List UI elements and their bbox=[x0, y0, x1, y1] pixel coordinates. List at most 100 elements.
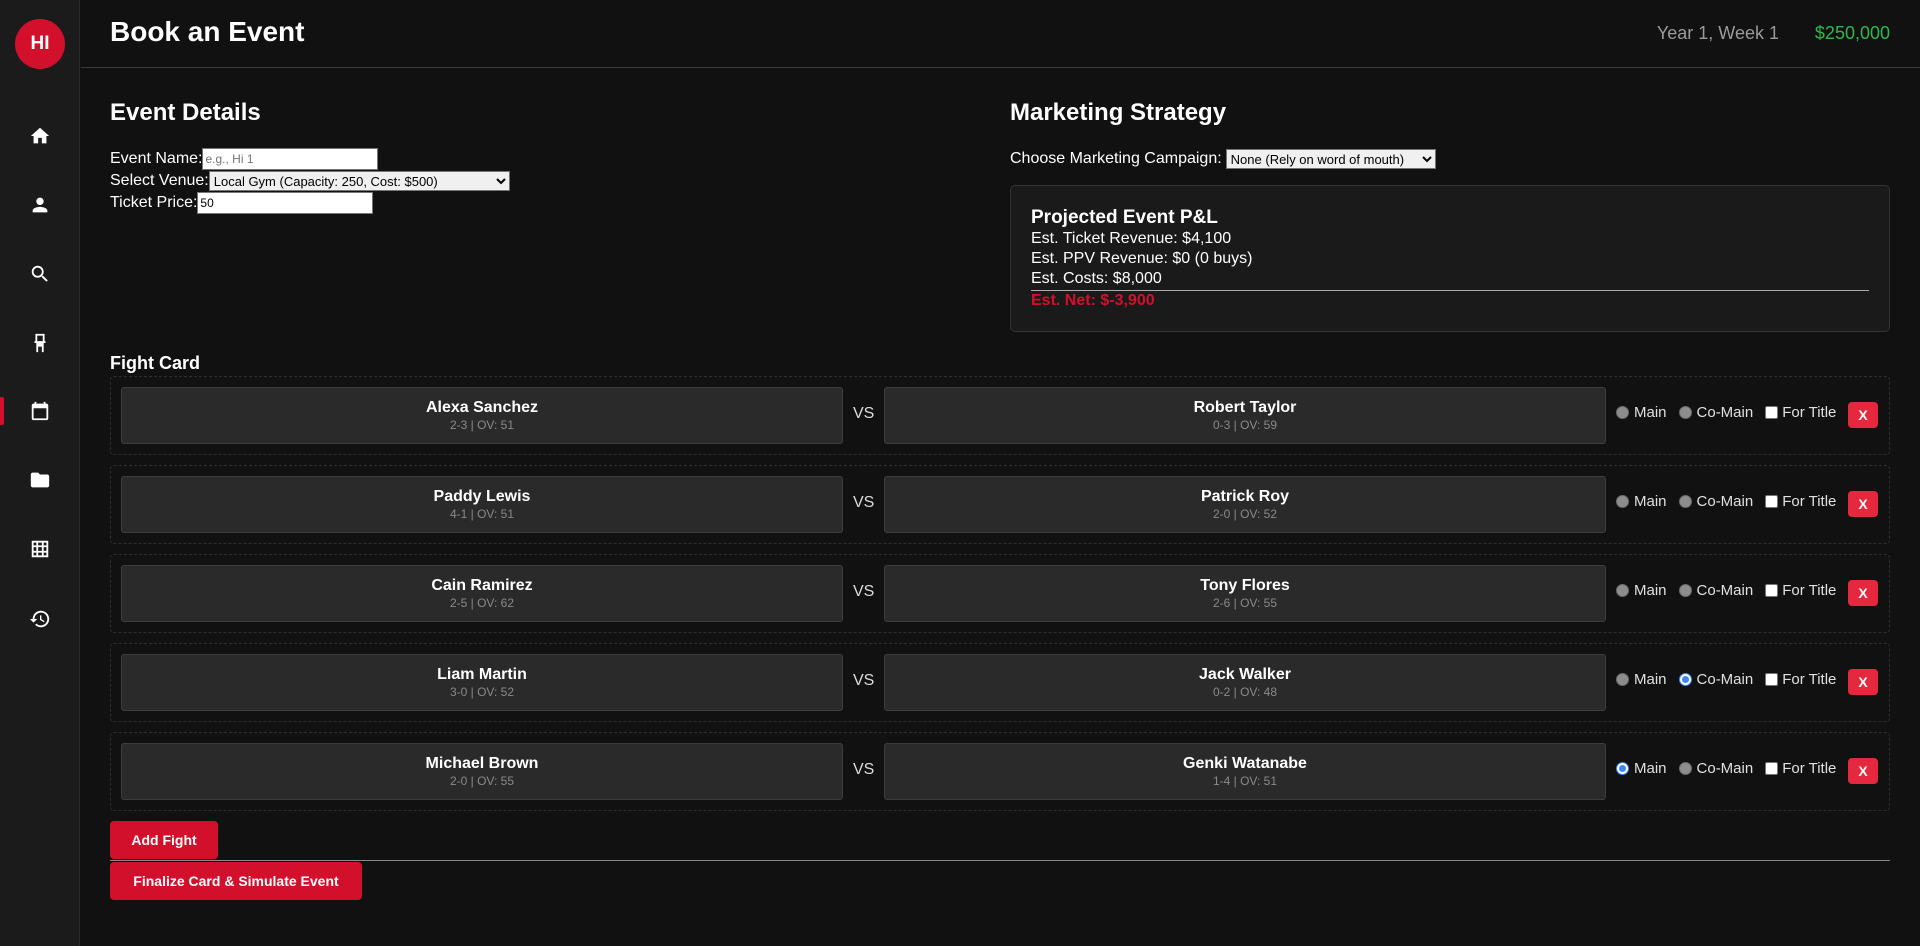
fight-row: Liam Martin 3-0 | OV: 52 VS Jack Walker 0-2 … bbox=[110, 643, 1890, 722]
vs-label: VS bbox=[853, 494, 875, 511]
fighter-b-card[interactable]: Patrick Roy 2-0 | OV: 52 bbox=[884, 476, 1606, 533]
app-logo[interactable]: HI bbox=[15, 19, 65, 69]
fighter-name: Liam Martin bbox=[437, 666, 527, 683]
remove-fight-button[interactable]: X bbox=[1848, 758, 1878, 784]
co-main-radio[interactable] bbox=[1678, 762, 1692, 775]
fighter-name: Tony Flores bbox=[1200, 577, 1290, 594]
fighter-a-card[interactable]: Paddy Lewis 4-1 | OV: 51 bbox=[121, 476, 843, 533]
campaign-row: Choose Marketing Campaign: None (Rely on… bbox=[1010, 148, 1436, 170]
ticket-price-label: Ticket Price: bbox=[110, 194, 198, 211]
pl-ticket-revenue: Est. Ticket Revenue: $4,100 bbox=[1031, 230, 1232, 247]
remove-fight-button[interactable]: X bbox=[1848, 491, 1878, 517]
home-icon[interactable] bbox=[0, 114, 80, 158]
add-fight-button[interactable]: Add Fight bbox=[110, 821, 218, 859]
main-event-radio[interactable] bbox=[1616, 673, 1629, 686]
for-title-checkbox[interactable] bbox=[1765, 495, 1779, 508]
for-title-label: For Title bbox=[1782, 493, 1837, 510]
remove-fight-button[interactable]: X bbox=[1848, 580, 1878, 606]
for-title-label: For Title bbox=[1782, 671, 1837, 688]
fighter-name: Patrick Roy bbox=[1200, 488, 1290, 505]
fight-row: Alexa Sanchez 2-3 | OV: 51 VS Robert Taylor… bbox=[110, 376, 1890, 455]
main-event-radio[interactable] bbox=[1616, 495, 1629, 508]
grid-icon[interactable] bbox=[0, 527, 80, 571]
main-event-radio[interactable] bbox=[1616, 762, 1629, 775]
vs-label: VS bbox=[853, 672, 875, 689]
for-title-label: For Title bbox=[1782, 404, 1837, 421]
pl-ppv-revenue: Est. PPV Revenue: $0 (0 buys) bbox=[1031, 250, 1253, 267]
fighter-a-card[interactable]: Cain Ramirez 2-5 | OV: 62 bbox=[121, 565, 843, 622]
section-divider bbox=[110, 860, 1890, 861]
fighter-b-card[interactable]: Genki Watanabe 1-4 | OV: 51 bbox=[884, 743, 1606, 800]
pl-net: Est. Net: $-3,900 bbox=[1031, 292, 1155, 309]
co-main-radio[interactable] bbox=[1678, 673, 1692, 686]
event-name-row: Event Name: bbox=[110, 148, 379, 170]
fighter-name: Genki Watanabe bbox=[1183, 755, 1307, 772]
fighter-record: 1-4 | OV: 51 bbox=[1212, 774, 1278, 788]
fighter-a-card[interactable]: Alexa Sanchez 2-3 | OV: 51 bbox=[121, 387, 843, 444]
projected-pl-panel: Projected Event P&L Est. Ticket Revenue:… bbox=[1010, 185, 1890, 332]
fighter-a-card[interactable]: Michael Brown 2-0 | OV: 55 bbox=[121, 743, 843, 800]
co-main-radio[interactable] bbox=[1678, 495, 1692, 508]
fighter-name: Michael Brown bbox=[425, 755, 539, 772]
co-main-radio[interactable] bbox=[1678, 584, 1692, 597]
campaign-select[interactable]: None (Rely on word of mouth) bbox=[1225, 149, 1436, 169]
fighter-a-card[interactable]: Liam Martin 3-0 | OV: 52 bbox=[121, 654, 843, 711]
fighter-name: Alexa Sanchez bbox=[425, 399, 539, 416]
fighter-record: 0-2 | OV: 48 bbox=[1212, 685, 1278, 699]
for-title-checkbox[interactable] bbox=[1765, 584, 1779, 597]
campaign-label: Choose Marketing Campaign: bbox=[1010, 150, 1222, 167]
calendar-icon[interactable] bbox=[0, 389, 80, 433]
fighter-name: Cain Ramirez bbox=[431, 577, 533, 594]
fight-options: Main Co-Main For Title bbox=[1616, 760, 1848, 777]
finalize-card-button[interactable]: Finalize Card & Simulate Event bbox=[110, 862, 362, 900]
top-header: Book an Event Year 1, Week 1 $250,000 bbox=[81, 0, 1920, 68]
fighter-record: 3-0 | OV: 52 bbox=[449, 685, 515, 699]
co-main-label: Co-Main bbox=[1696, 582, 1754, 599]
for-title-checkbox[interactable] bbox=[1765, 406, 1779, 419]
ticket-price-input[interactable] bbox=[197, 192, 374, 214]
main-event-label: Main bbox=[1634, 404, 1667, 421]
co-main-label: Co-Main bbox=[1696, 760, 1754, 777]
co-main-label: Co-Main bbox=[1696, 493, 1754, 510]
for-title-checkbox[interactable] bbox=[1765, 762, 1779, 775]
sidebar: HI bbox=[0, 0, 80, 946]
fighter-name: Robert Taylor bbox=[1193, 399, 1297, 416]
fighter-name: Jack Walker bbox=[1199, 666, 1291, 683]
main-event-label: Main bbox=[1634, 493, 1667, 510]
venue-select[interactable]: Local Gym (Capacity: 250, Cost: $500) bbox=[208, 171, 510, 191]
fight-options: Main Co-Main For Title bbox=[1616, 582, 1848, 599]
page-title: Book an Event bbox=[110, 16, 305, 47]
history-icon[interactable] bbox=[0, 597, 80, 641]
fight-options: Main Co-Main For Title bbox=[1616, 404, 1848, 421]
ticket-price-row: Ticket Price: bbox=[110, 192, 374, 214]
main-event-label: Main bbox=[1634, 582, 1667, 599]
person-icon[interactable] bbox=[0, 183, 80, 227]
fighter-record: 2-6 | OV: 55 bbox=[1212, 596, 1278, 610]
venue-row: Select Venue: Local Gym (Capacity: 250, … bbox=[110, 170, 510, 192]
main-event-radio[interactable] bbox=[1616, 406, 1629, 419]
event-name-input[interactable] bbox=[202, 148, 379, 170]
search-icon[interactable] bbox=[0, 252, 80, 296]
folder-icon[interactable] bbox=[0, 458, 80, 502]
remove-fight-button[interactable]: X bbox=[1848, 669, 1878, 695]
fighter-name: Paddy Lewis bbox=[433, 488, 531, 505]
fight-options: Main Co-Main For Title bbox=[1616, 493, 1848, 510]
for-title-checkbox[interactable] bbox=[1765, 673, 1779, 686]
fighter-b-card[interactable]: Robert Taylor 0-3 | OV: 59 bbox=[884, 387, 1606, 444]
fight-card-title: Fight Card bbox=[110, 353, 200, 373]
co-main-radio[interactable] bbox=[1678, 406, 1692, 419]
pl-costs: Est. Costs: $8,000 bbox=[1031, 270, 1162, 287]
fighter-record: 2-3 | OV: 51 bbox=[449, 418, 515, 432]
fighter-record: 0-3 | OV: 59 bbox=[1212, 418, 1278, 432]
venue-label: Select Venue: bbox=[110, 172, 209, 189]
fighter-b-card[interactable]: Tony Flores 2-6 | OV: 55 bbox=[884, 565, 1606, 622]
fight-row: Paddy Lewis 4-1 | OV: 51 VS Patrick Roy 2-0 … bbox=[110, 465, 1890, 544]
remove-fight-button[interactable]: X bbox=[1848, 402, 1878, 428]
chair-icon[interactable] bbox=[0, 321, 80, 365]
bank-balance: $250,000 bbox=[1814, 23, 1890, 43]
for-title-label: For Title bbox=[1782, 582, 1837, 599]
fighter-record: 2-5 | OV: 62 bbox=[449, 596, 515, 610]
main-event-radio[interactable] bbox=[1616, 584, 1629, 597]
fighter-b-card[interactable]: Jack Walker 0-2 | OV: 48 bbox=[884, 654, 1606, 711]
pl-title: Projected Event P&L bbox=[1031, 207, 1218, 228]
